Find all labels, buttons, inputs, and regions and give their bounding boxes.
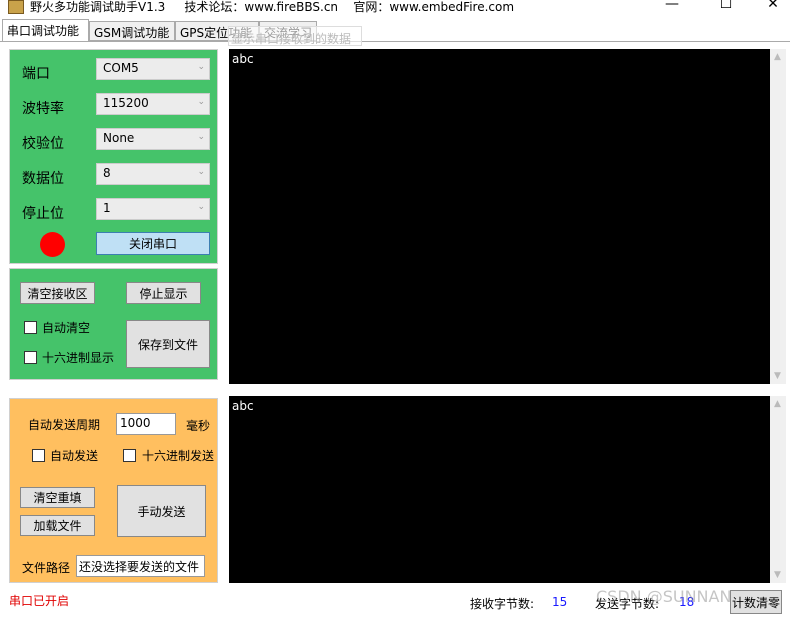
databits-select[interactable]: 8 ⌄ xyxy=(96,163,210,185)
close-port-button[interactable]: 关闭串口 xyxy=(96,232,210,255)
chevron-down-icon: ⌄ xyxy=(197,97,205,107)
scroll-up-icon[interactable]: ▲ xyxy=(774,52,781,62)
chevron-down-icon: ⌄ xyxy=(197,132,205,142)
rx-count-value: 15 xyxy=(552,595,568,609)
hex-send-checkbox[interactable] xyxy=(123,449,136,462)
clear-refill-button[interactable]: 清空重填 xyxy=(20,487,95,508)
receive-textarea[interactable]: abc xyxy=(229,49,770,384)
period-unit: 毫秒 xyxy=(186,419,211,433)
stopbits-label: 停止位 xyxy=(22,206,64,222)
port-status-text: 串口已开启 xyxy=(9,594,70,608)
chevron-down-icon: ⌄ xyxy=(197,167,205,177)
clear-receive-button[interactable]: 清空接收区 xyxy=(20,282,95,304)
rx-count-label: 接收字节数: xyxy=(470,597,535,611)
period-label: 自动发送周期 xyxy=(28,418,101,432)
reset-count-button[interactable]: 计数清零 xyxy=(730,590,782,614)
parity-label: 校验位 xyxy=(22,136,64,152)
save-to-file-button[interactable]: 保存到文件 xyxy=(126,320,210,368)
databits-label: 数据位 xyxy=(22,171,64,187)
auto-send-checkbox[interactable] xyxy=(32,449,45,462)
baud-select[interactable]: 115200 ⌄ xyxy=(96,93,210,115)
stop-display-button[interactable]: 停止显示 xyxy=(126,282,201,304)
baud-label: 波特率 xyxy=(22,101,64,117)
window-title: 野火多功能调试助手V1.3 技术论坛：www.fireBBS.cn 官网：www… xyxy=(30,0,515,14)
stopbits-select[interactable]: 1 ⌄ xyxy=(96,198,210,220)
auto-clear-checkbox[interactable] xyxy=(24,321,37,334)
send-options-panel: 自动发送周期 1000 毫秒 自动发送 十六进制发送 清空重填 加载文件 手动发… xyxy=(9,398,218,583)
auto-clear-label: 自动清空 xyxy=(42,321,91,335)
scroll-down-icon[interactable]: ▼ xyxy=(774,371,781,381)
tab-divider xyxy=(0,41,790,42)
manual-send-button[interactable]: 手动发送 xyxy=(117,485,206,537)
send-scrollbar[interactable]: ▲ ▼ xyxy=(770,396,786,583)
maximize-button[interactable]: ☐ xyxy=(711,0,741,12)
receive-scrollbar[interactable]: ▲ ▼ xyxy=(770,49,786,384)
file-path-label: 文件路径 xyxy=(22,561,71,575)
scroll-up-icon[interactable]: ▲ xyxy=(774,399,781,409)
port-status-indicator xyxy=(40,232,65,257)
send-textarea[interactable]: abc xyxy=(229,396,770,583)
chevron-down-icon: ⌄ xyxy=(197,62,205,72)
port-select[interactable]: COM5 ⌄ xyxy=(96,58,210,80)
tab-serial[interactable]: 串口调试功能 xyxy=(2,19,89,41)
hex-send-label: 十六进制发送 xyxy=(142,449,215,463)
minimize-button[interactable]: — xyxy=(657,0,687,12)
scroll-down-icon[interactable]: ▼ xyxy=(774,570,781,580)
tab-gsm[interactable]: GSM调试功能 xyxy=(89,21,175,41)
serial-settings-panel: 端口 COM5 ⌄ 波特率 115200 ⌄ 校验位 None ⌄ 数据位 8 ⌄ 停止… xyxy=(9,49,218,264)
hex-display-label: 十六进制显示 xyxy=(42,351,115,365)
title-bar: 野火多功能调试助手V1.3 技术论坛：www.fireBBS.cn 官网：www… xyxy=(0,0,790,20)
receive-options-panel: 清空接收区 停止显示 自动清空 十六进制显示 保存到文件 xyxy=(9,268,218,380)
close-button[interactable]: ✕ xyxy=(758,0,788,12)
period-input[interactable]: 1000 xyxy=(116,413,176,435)
app-icon xyxy=(8,0,24,14)
load-file-button[interactable]: 加载文件 xyxy=(20,515,95,536)
chevron-down-icon: ⌄ xyxy=(197,202,205,212)
port-label: 端口 xyxy=(22,66,50,82)
auto-send-label: 自动发送 xyxy=(50,449,99,463)
file-path-input[interactable]: 还没选择要发送的文件 xyxy=(76,555,205,577)
hex-display-checkbox[interactable] xyxy=(24,351,37,364)
tooltip: 显示串口接收到的数据 xyxy=(228,26,362,46)
parity-select[interactable]: None ⌄ xyxy=(96,128,210,150)
